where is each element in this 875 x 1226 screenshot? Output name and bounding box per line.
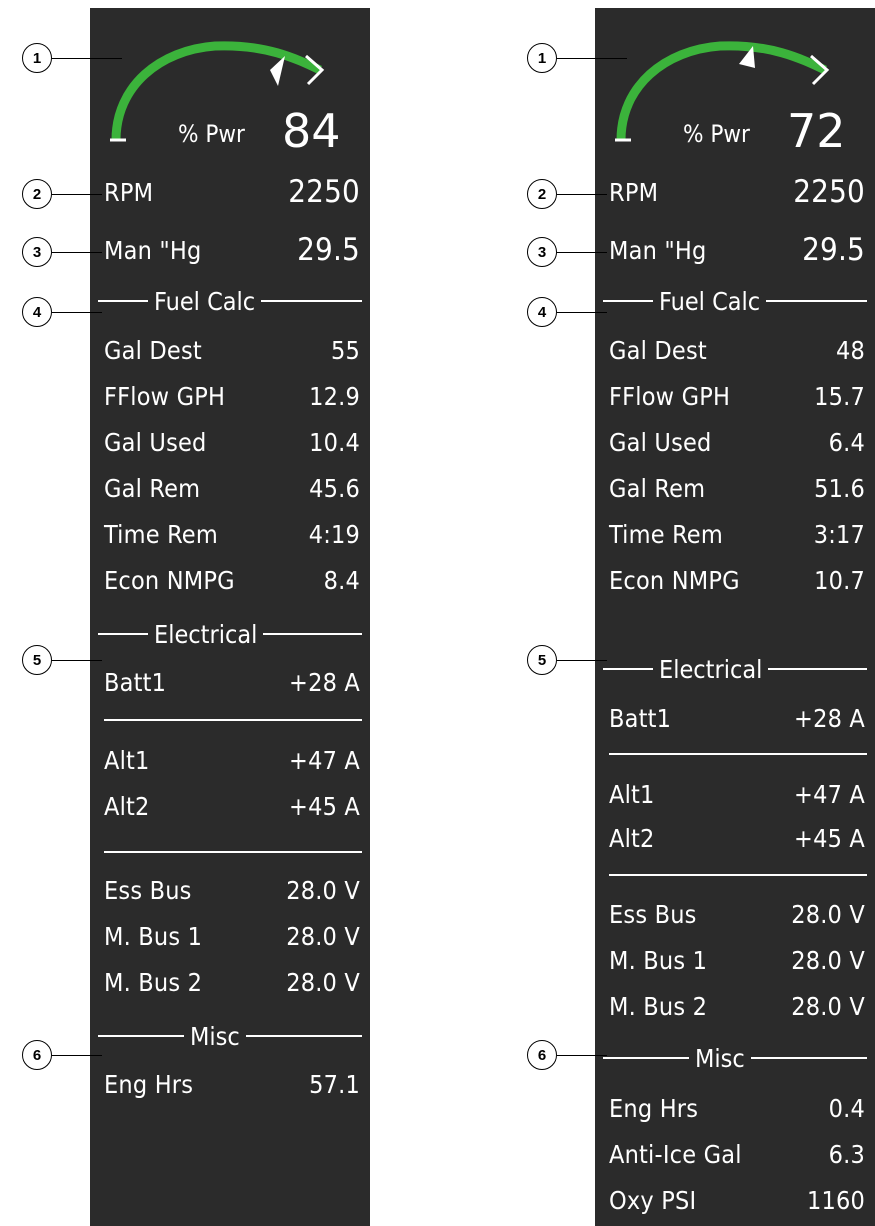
misc-row: Eng Hrs 0.4 [609,1093,865,1123]
power-label: % Pwr [178,120,245,148]
fuel-calc-header: Fuel Calc [595,286,875,316]
alt-row: Alt2 +45 A [609,823,865,853]
divider [104,719,362,721]
alt-row: Alt2 +45 A [104,791,360,821]
electrical-header: Electrical [595,654,875,684]
bus-row: M. Bus 2 28.0 V [104,967,360,997]
rpm-label: RPM [104,177,154,207]
divider [609,874,867,876]
fuel-row: Gal Rem 45.6 [104,473,360,503]
power-pointer [270,56,285,86]
manifold-value: 29.5 [802,232,865,268]
manifold-row: Man "Hg 29.5 [595,228,875,272]
fuel-row: Gal Dest 55 [104,335,360,365]
fuel-row: Gal Used 6.4 [609,427,865,457]
power-value: 72 [787,104,846,158]
fuel-row: Gal Used 10.4 [104,427,360,457]
misc-header: Misc [90,1021,370,1051]
alt-row: Alt1 +47 A [609,779,865,809]
misc-header: Misc [595,1043,875,1073]
power-label: % Pwr [683,120,750,148]
alt-row: Alt1 +47 A [104,745,360,775]
rpm-row: RPM 2250 [595,170,875,214]
fuel-row: Time Rem 4:19 [104,519,360,549]
misc-row: Eng Hrs 57.1 [104,1069,360,1099]
misc-row: Anti-Ice Gal 6.3 [609,1139,865,1169]
fuel-row: FFlow GPH 15.7 [609,381,865,411]
fuel-calc-header: Fuel Calc [90,286,370,316]
bus-row: M. Bus 1 28.0 V [609,945,865,975]
fuel-row: Gal Dest 48 [609,335,865,365]
manifold-row: Man "Hg 29.5 [90,228,370,272]
bus-row: M. Bus 1 28.0 V [104,921,360,951]
engine-display-right: % Pwr 72 RPM 2250 Man "Hg 29.5 Fuel Calc… [595,8,875,1226]
fuel-row: FFlow GPH 12.9 [104,381,360,411]
rpm-label: RPM [609,177,659,207]
manifold-value: 29.5 [297,232,360,268]
rpm-row: RPM 2250 [90,170,370,214]
rpm-value: 2250 [793,174,865,210]
fuel-row: Econ NMPG 8.4 [104,565,360,595]
bus-row: Ess Bus 28.0 V [104,875,360,905]
bus-row: M. Bus 2 28.0 V [609,991,865,1021]
batt-row: Batt1 +28 A [609,703,865,733]
fuel-row: Time Rem 3:17 [609,519,865,549]
engine-display-left: % Pwr 84 RPM 2250 Man "Hg 29.5 Fuel Calc… [90,8,370,1226]
divider [104,851,362,853]
misc-row: Oxy PSI 1160 [609,1185,865,1215]
divider [609,753,867,755]
power-value: 84 [282,104,341,158]
electrical-header: Electrical [90,619,370,649]
fuel-row: Econ NMPG 10.7 [609,565,865,595]
manifold-label: Man "Hg [609,235,707,265]
manifold-label: Man "Hg [104,235,202,265]
bus-row: Ess Bus 28.0 V [609,899,865,929]
batt-row: Batt1 +28 A [104,667,360,697]
rpm-value: 2250 [288,174,360,210]
fuel-row: Gal Rem 51.6 [609,473,865,503]
